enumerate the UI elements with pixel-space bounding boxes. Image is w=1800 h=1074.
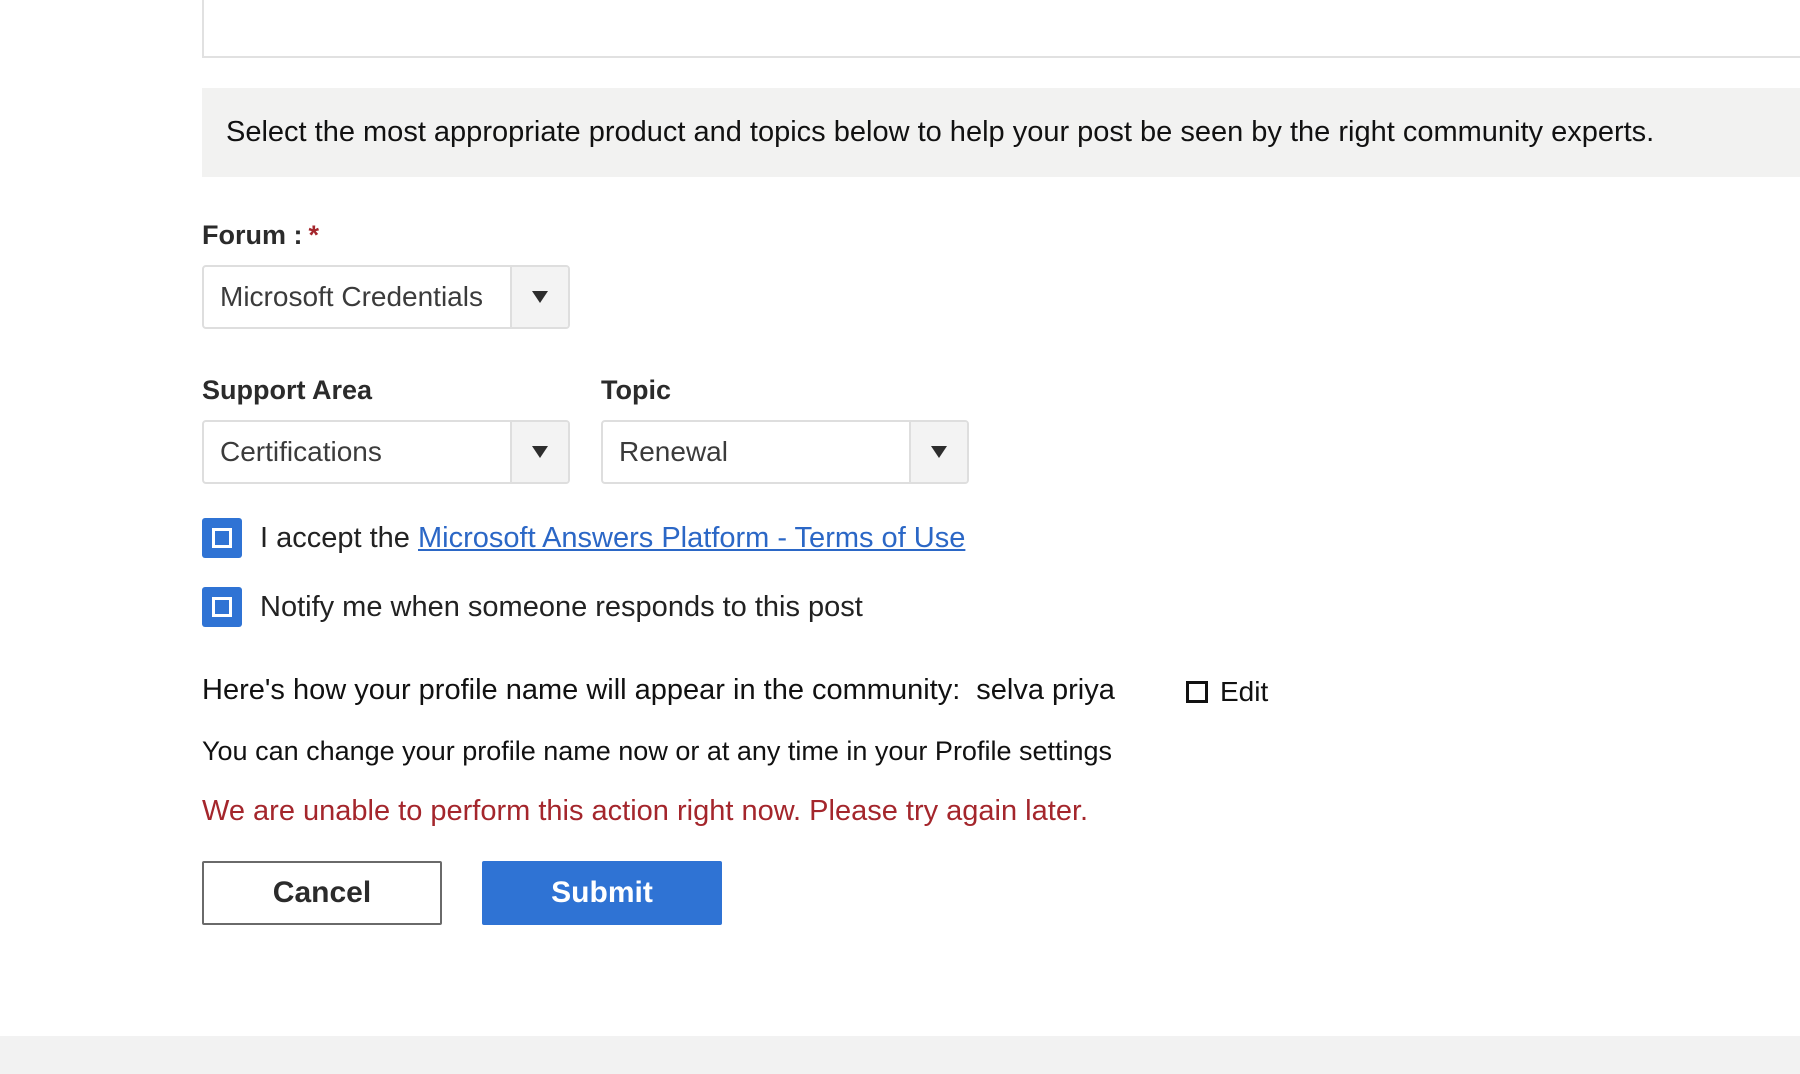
notify-checkbox[interactable] [202,587,242,627]
support-area-select-value: Certifications [220,436,382,467]
support-area-dropdown-button[interactable] [510,422,568,482]
edit-profile-name-button[interactable]: Edit [1186,676,1268,708]
topic-dropdown-button[interactable] [909,422,967,482]
submit-button[interactable]: Submit [482,861,722,925]
forum-select-value: Microsoft Credentials [220,281,483,312]
terms-of-use-link[interactable]: Microsoft Answers Platform - Terms of Us… [418,522,965,554]
topic-select[interactable]: Renewal [601,420,969,484]
info-banner: Select the most appropriate product and … [202,88,1800,177]
error-message: We are unable to perform this action rig… [202,795,1089,827]
notify-checkbox-row: Notify me when someone responds to this … [202,587,863,627]
terms-label: I accept the Microsoft Answers Platform … [260,522,965,555]
terms-checkbox-row: I accept the Microsoft Answers Platform … [202,518,965,558]
edit-checkbox-icon [1186,681,1208,703]
checkbox-icon [212,597,232,617]
forum-dropdown-button[interactable] [510,267,568,327]
chevron-down-icon [931,446,947,458]
support-area-select[interactable]: Certifications [202,420,570,484]
notify-label: Notify me when someone responds to this … [260,590,863,623]
terms-checkbox[interactable] [202,518,242,558]
terms-prefix: I accept the [260,521,410,554]
post-body-editor[interactable] [202,0,1800,58]
chevron-down-icon [532,446,548,458]
support-area-label: Support Area [202,375,373,405]
forum-select[interactable]: Microsoft Credentials [202,265,570,329]
profile-settings-note: You can change your profile name now or … [202,736,1113,766]
info-banner-text: Select the most appropriate product and … [226,116,1655,148]
edit-label: Edit [1220,676,1269,707]
forum-label: Forum : * [202,220,319,251]
chevron-down-icon [532,291,548,303]
profile-intro-text: Here's how your profile name will appear… [202,674,961,706]
topic-select-value: Renewal [619,436,728,467]
checkbox-icon [212,528,232,548]
topic-label: Topic [601,375,671,405]
forum-label-text: Forum : [202,220,303,250]
cancel-button[interactable]: Cancel [202,861,442,925]
profile-display-name: selva priya [976,674,1115,706]
required-asterisk: * [308,220,320,250]
page-footer [0,1036,1800,1074]
profile-name-line: Here's how your profile name will appear… [202,674,1115,707]
